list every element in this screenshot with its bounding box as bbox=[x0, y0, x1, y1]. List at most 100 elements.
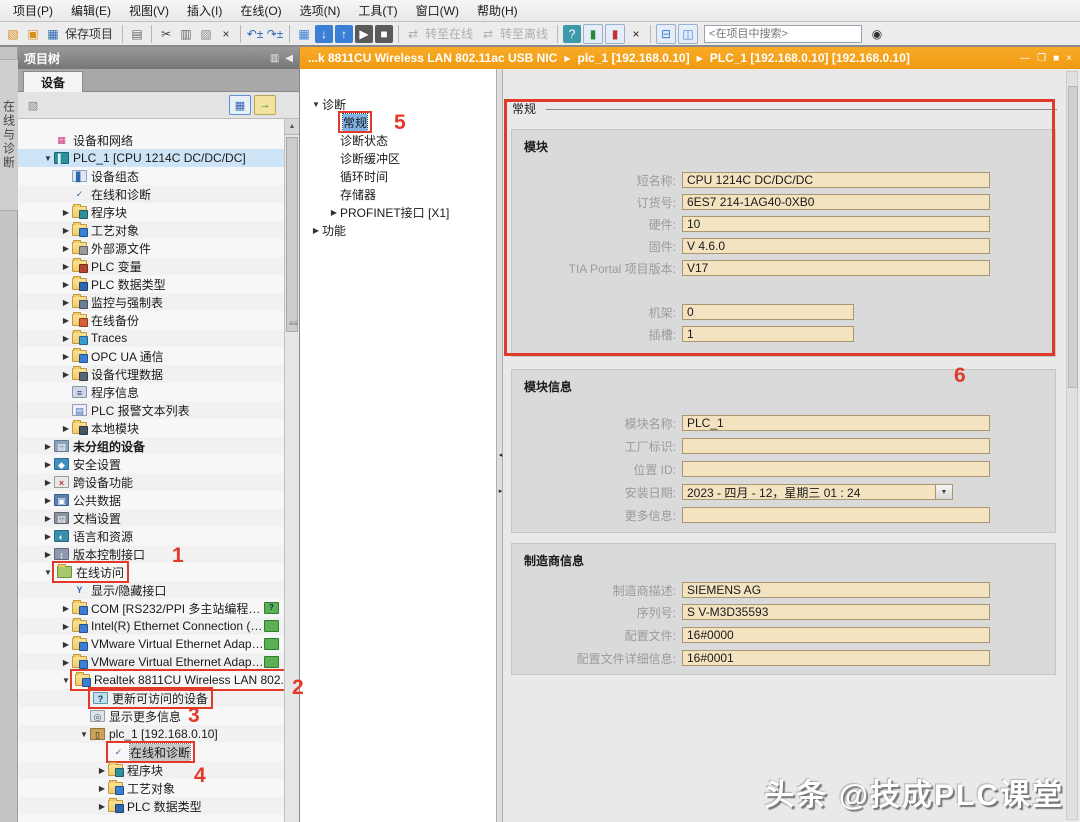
expander-closed-icon[interactable]: ▶ bbox=[60, 226, 72, 235]
menu-item[interactable]: 编辑(E) bbox=[62, 0, 120, 21]
new-project-icon[interactable]: ▧ bbox=[4, 25, 22, 43]
expander-closed-icon[interactable]: ▶ bbox=[42, 550, 54, 559]
tree-item-device-configuration[interactable]: ▋设备组态 bbox=[18, 167, 285, 185]
expander-closed-icon[interactable]: ▶ bbox=[42, 460, 54, 469]
expander-closed-icon[interactable]: ▶ bbox=[60, 640, 72, 649]
field-value-订货号[interactable]: 6ES7 214-1AG40-0XB0 bbox=[682, 194, 990, 210]
breadcrumb-part[interactable]: PLC_1 [192.168.0.10] [192.168.0.10] bbox=[710, 51, 910, 65]
expander-open-icon[interactable]: ▼ bbox=[42, 154, 54, 163]
expander-closed-icon[interactable]: ▶ bbox=[60, 298, 72, 307]
tree-item-cross-device-functions[interactable]: ▶×跨设备功能 bbox=[18, 473, 285, 491]
field-value-更多信息[interactable] bbox=[682, 507, 990, 523]
accessible-devices-icon[interactable]: ? bbox=[563, 25, 581, 43]
field-value-配置文件详细信息[interactable]: 16#0001 bbox=[682, 650, 990, 666]
field-value-TIAPortal项目版本[interactable]: V17 bbox=[682, 260, 990, 276]
tree-item-watch-and-force-tables[interactable]: ▶监控与强制表 bbox=[18, 293, 285, 311]
expander-open-icon[interactable]: ▼ bbox=[78, 730, 90, 739]
expander-closed-icon[interactable]: ▶ bbox=[96, 784, 108, 793]
tree-item-external-sources[interactable]: ▶外部源文件 bbox=[18, 239, 285, 257]
diag-nav-cycle-time[interactable]: 循环时间 bbox=[300, 167, 496, 185]
tree-item-online-and-diagnostics[interactable]: ✓在线和诊断 bbox=[18, 185, 285, 203]
tree-item-vmware-adapter-1[interactable]: ▶VMware Virtual Ethernet Adapter for... bbox=[18, 635, 285, 653]
go-offline-icon[interactable]: ⇄ bbox=[479, 25, 497, 43]
tree-item-show-hide-interfaces[interactable]: Y显示/隐藏接口 bbox=[18, 581, 285, 599]
field-value-工厂标识[interactable] bbox=[682, 438, 990, 454]
expander-closed-icon[interactable]: ▶ bbox=[60, 280, 72, 289]
breadcrumb-part[interactable]: ...k 8811CU Wireless LAN 802.11ac USB NI… bbox=[308, 51, 557, 65]
tree-item-plc-1-station[interactable]: ▼▍PLC_1 [CPU 1214C DC/DC/DC] bbox=[18, 149, 285, 167]
split-editor-vertical-icon[interactable]: ◫ bbox=[678, 24, 698, 44]
paste-icon[interactable]: ▨ bbox=[197, 25, 215, 43]
field-value-模块名称[interactable]: PLC_1 bbox=[682, 415, 990, 431]
field-value-硬件[interactable]: 10 bbox=[682, 216, 990, 232]
tree-item-device-proxy-data[interactable]: ▶设备代理数据 bbox=[18, 365, 285, 383]
upload-from-device-icon[interactable]: ↑ bbox=[335, 25, 353, 43]
panel-splitter[interactable]: ◂ ▸ bbox=[496, 69, 503, 822]
field-value-插槽[interactable]: 1 bbox=[682, 326, 854, 342]
stop-cpu-icon[interactable]: ■ bbox=[375, 25, 393, 43]
expander-closed-icon[interactable]: ▶ bbox=[42, 514, 54, 523]
tab-devices[interactable]: 设备 bbox=[23, 71, 83, 92]
breadcrumb-part[interactable]: plc_1 [192.168.0.10] bbox=[578, 51, 690, 65]
diag-nav-memory[interactable]: 存储器 bbox=[300, 185, 496, 203]
redo-icon[interactable]: ↷± bbox=[266, 25, 284, 43]
project-tree-scrollbar[interactable]: ▲ ≡≡ bbox=[284, 119, 299, 822]
tree-item-intel-ethernet-connection[interactable]: ▶Intel(R) Ethernet Connection (12) I2... bbox=[18, 617, 285, 635]
save-project-icon[interactable]: ▦ bbox=[44, 25, 62, 43]
field-value-机架[interactable]: 0 bbox=[682, 304, 854, 320]
sort-filter-icon[interactable]: ▧ bbox=[23, 96, 43, 114]
expander-closed-icon[interactable]: ▶ bbox=[60, 370, 72, 379]
expander-closed-icon[interactable]: ▶ bbox=[42, 496, 54, 505]
online-diagnostics-rail-tab[interactable]: 在线与诊断 bbox=[0, 59, 18, 211]
go-online-label[interactable]: 转至在线 bbox=[425, 25, 473, 42]
menu-item[interactable]: 视图(V) bbox=[120, 0, 178, 21]
disconnect-icon[interactable]: × bbox=[627, 25, 645, 43]
expander-closed-icon[interactable]: ▶ bbox=[42, 478, 54, 487]
print-icon[interactable]: ▤ bbox=[128, 25, 146, 43]
menu-item[interactable]: 帮助(H) bbox=[468, 0, 527, 21]
date-dropdown-icon[interactable]: ▼ bbox=[936, 484, 953, 500]
tree-item-realtek-8811cu-adapter[interactable]: ▼Realtek 8811CU Wireless LAN 802.1... bbox=[18, 671, 285, 689]
project-search-input[interactable] bbox=[704, 25, 862, 43]
tree-item-ungrouped-devices[interactable]: ▶▤未分组的设备 bbox=[18, 437, 285, 455]
field-value-固件[interactable]: V 4.6.0 bbox=[682, 238, 990, 254]
maximize-button[interactable]: ■ bbox=[1053, 53, 1059, 64]
tree-item-online-and-diagnostics-accessible[interactable]: ✓在线和诊断 bbox=[18, 743, 285, 761]
open-project-icon[interactable]: ▣ bbox=[24, 25, 42, 43]
field-value-安装日期[interactable]: 2023 - 四月 - 12，星期三 01 : 24 bbox=[682, 484, 936, 500]
cut-icon[interactable]: ✂ bbox=[157, 25, 175, 43]
tree-item-program-blocks[interactable]: ▶程序块 bbox=[18, 203, 285, 221]
expander-closed-icon[interactable]: ▶ bbox=[60, 316, 72, 325]
expander-closed-icon[interactable]: ▶ bbox=[42, 442, 54, 451]
field-value-制造商描述[interactable]: SIEMENS AG bbox=[682, 582, 990, 598]
tree-item-security-settings[interactable]: ▶◆安全设置 bbox=[18, 455, 285, 473]
expander-open-icon[interactable]: ▼ bbox=[310, 100, 322, 109]
split-editor-horizontal-icon[interactable]: ⊟ bbox=[656, 24, 676, 44]
stop-runtime-icon[interactable]: ▮ bbox=[605, 24, 625, 44]
start-cpu-icon[interactable]: ▶ bbox=[355, 25, 373, 43]
tree-item-version-control-interface[interactable]: ▶↕版本控制接口 bbox=[18, 545, 285, 563]
expander-closed-icon[interactable]: ▶ bbox=[96, 802, 108, 811]
tree-item-program-blocks-online[interactable]: ▶程序块 bbox=[18, 761, 285, 779]
tree-item-local-modules[interactable]: ▶本地模块 bbox=[18, 419, 285, 437]
details-view-button[interactable]: ▦ bbox=[229, 95, 251, 115]
scroll-up-icon[interactable]: ▲ bbox=[285, 119, 299, 135]
expander-closed-icon[interactable]: ▶ bbox=[60, 658, 72, 667]
compile-icon[interactable]: ▦ bbox=[295, 25, 313, 43]
tree-item-vmware-adapter-2[interactable]: ▶VMware Virtual Ethernet Adapter for... bbox=[18, 653, 285, 671]
expander-open-icon[interactable]: ▼ bbox=[60, 676, 72, 685]
expander-closed-icon[interactable]: ▶ bbox=[60, 352, 72, 361]
scrollbar-thumb[interactable]: ≡≡ bbox=[286, 137, 298, 332]
tree-item-show-more-information[interactable]: ◎显示更多信息 bbox=[18, 707, 285, 725]
tree-item-update-accessible-devices[interactable]: ?更新可访问的设备 bbox=[18, 689, 285, 707]
expander-closed-icon[interactable]: ▶ bbox=[60, 262, 72, 271]
tree-item-plc-data-types-online[interactable]: ▶PLC 数据类型 bbox=[18, 797, 285, 815]
tree-item-common-data[interactable]: ▶▣公共数据 bbox=[18, 491, 285, 509]
tree-item-technology-objects-online[interactable]: ▶工艺对象 bbox=[18, 779, 285, 797]
field-value-位置ID[interactable] bbox=[682, 461, 990, 477]
restore-button[interactable]: ❐ bbox=[1037, 53, 1046, 64]
tree-item-languages-and-resources[interactable]: ▶◐语言和资源 bbox=[18, 527, 285, 545]
menu-item[interactable]: 在线(O) bbox=[231, 0, 290, 21]
menu-item[interactable]: 窗口(W) bbox=[407, 0, 468, 21]
tree-item-plc-data-types[interactable]: ▶PLC 数据类型 bbox=[18, 275, 285, 293]
